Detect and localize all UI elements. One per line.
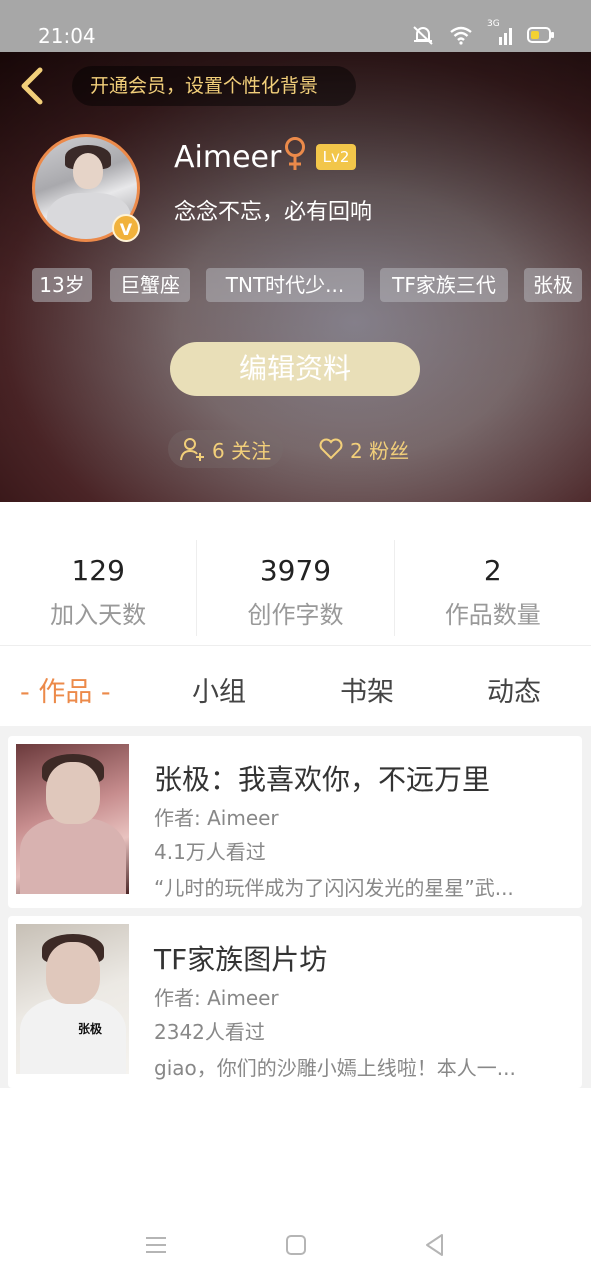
tab-bookshelf[interactable]: 书架: [340, 670, 394, 709]
verified-badge: V: [112, 214, 140, 242]
status-bar: 21:04 3G: [0, 0, 591, 52]
work-cover-image: [16, 744, 129, 894]
work-author: 作者: Aimeer: [154, 806, 279, 830]
fans-label: 2 粉丝: [350, 438, 410, 463]
profile-motto: 念念不忘，必有回响: [174, 200, 373, 225]
work-card[interactable]: 张极 TF家族图片坊 作者: Aimeer 2342人看过 giao，你们的沙雕…: [8, 916, 582, 1088]
stats-row: 129 加入天数 3979 创作字数 2 作品数量: [0, 540, 591, 636]
battery-icon: [527, 27, 554, 43]
stat-days-joined: 129 加入天数: [0, 540, 198, 636]
cover-shirt-text: 张极: [78, 1022, 103, 1036]
status-time: 21:04: [38, 24, 96, 48]
level-badge: Lv2: [316, 144, 356, 170]
profile-header: 开通会员，设置个性化背景 V Aimeer Lv2 念念不忘，必有回响 13岁 …: [0, 52, 591, 502]
work-title: 张极：我喜欢你，不远万里: [154, 763, 491, 796]
system-nav-bar: [0, 1210, 591, 1280]
signal-icon: 3G: [487, 19, 513, 45]
back-button[interactable]: [14, 64, 50, 108]
tag-item[interactable]: 13岁: [32, 268, 92, 302]
female-icon: [285, 137, 305, 170]
chevron-left-icon: [21, 67, 43, 105]
stat-label: 加入天数: [50, 601, 147, 629]
tab-works[interactable]: - 作品 -: [20, 670, 111, 709]
stat-label: 作品数量: [444, 601, 541, 629]
edit-profile-button[interactable]: 编辑资料: [170, 342, 420, 396]
work-description: “儿时的玩伴成为了闪闪发光的星星”武...: [154, 876, 514, 900]
tab-activity[interactable]: 动态: [487, 670, 541, 709]
work-card[interactable]: 张极：我喜欢你，不远万里 作者: Aimeer 4.1万人看过 “儿时的玩伴成为…: [8, 736, 582, 908]
following-label: 6 关注: [212, 438, 272, 463]
tab-bar: - 作品 - 小组 书架 动态: [0, 646, 591, 726]
user-add-icon: [180, 438, 204, 461]
back-triangle-icon[interactable]: [422, 1232, 448, 1258]
following-button[interactable]: 6 关注: [168, 430, 284, 468]
works-list: 张极：我喜欢你，不远万里 作者: Aimeer 4.1万人看过 “儿时的玩伴成为…: [0, 726, 591, 1088]
stat-value: 2: [483, 554, 502, 587]
wifi-icon: [450, 26, 472, 45]
work-author: 作者: Aimeer: [154, 986, 279, 1010]
stat-label: 创作字数: [247, 601, 344, 629]
stat-words-written: 3979 创作字数: [197, 540, 395, 636]
tab-groups[interactable]: 小组: [192, 670, 246, 709]
tag-item[interactable]: 张极: [524, 268, 582, 302]
heart-icon: [319, 438, 343, 460]
home-icon[interactable]: [283, 1232, 309, 1258]
work-views: 4.1万人看过: [154, 840, 266, 864]
vip-banner[interactable]: 开通会员，设置个性化背景: [72, 66, 356, 106]
status-icons: 3G: [411, 19, 555, 46]
stat-works-count: 2 作品数量: [395, 540, 591, 636]
work-cover-image: 张极: [16, 924, 129, 1074]
stat-value: 129: [71, 554, 125, 587]
stat-value: 3979: [259, 554, 332, 587]
tag-item[interactable]: TNT时代少...: [206, 268, 364, 302]
work-description: giao，你们的沙雕小嫣上线啦！本人一...: [154, 1056, 516, 1080]
work-title: TF家族图片坊: [154, 943, 328, 976]
tag-item[interactable]: 巨蟹座: [110, 268, 190, 302]
mute-bell-icon: [413, 26, 433, 45]
menu-icon[interactable]: [143, 1232, 169, 1258]
tag-item[interactable]: TF家族三代: [380, 268, 508, 302]
work-views: 2342人看过: [154, 1020, 265, 1044]
fans-button[interactable]: 2 粉丝: [318, 430, 409, 468]
username: Aimeer: [174, 140, 282, 175]
